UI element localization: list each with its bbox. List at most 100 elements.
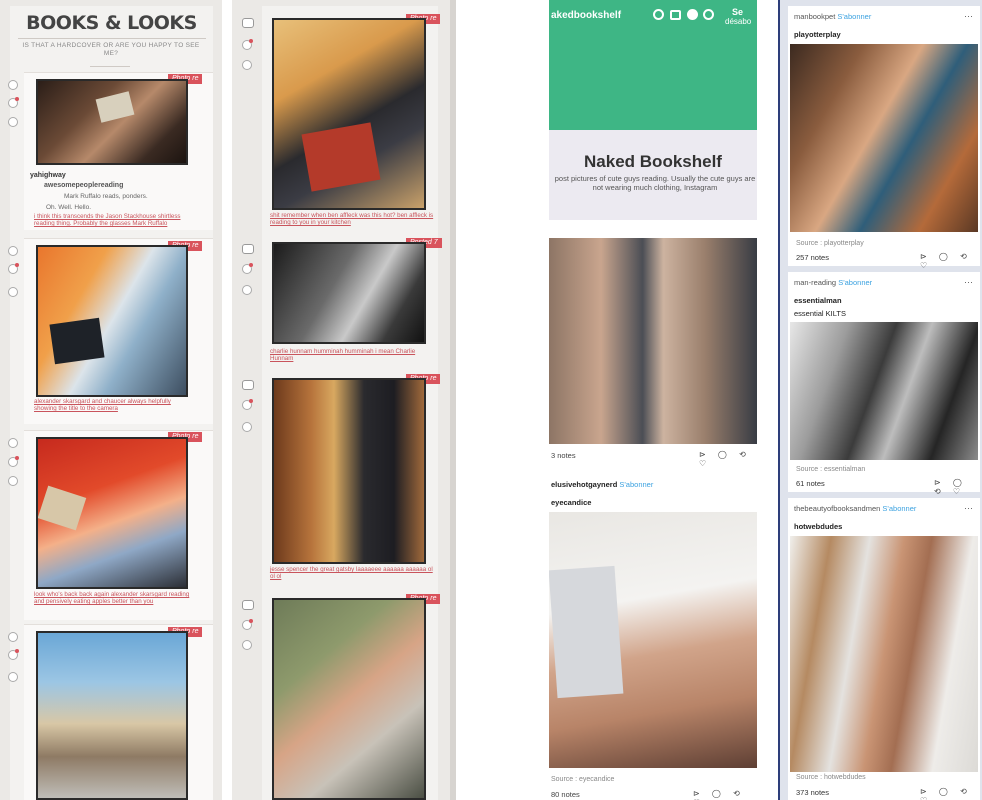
blog-subtitle: IS THAT A HARDCOVER OR ARE YOU HAPPY TO … [22,42,200,57]
search-icon[interactable] [653,9,664,20]
heart-icon[interactable] [8,263,19,274]
follow-link[interactable]: S'abonner [838,278,872,287]
post-photo-man-with-red-book[interactable] [272,18,426,210]
post-photo-man-with-book[interactable] [36,245,188,397]
post-photo-bw-reading[interactable] [272,242,426,344]
heart-icon[interactable] [242,619,253,630]
chat-icon[interactable] [8,246,18,256]
chat-icon[interactable] [8,632,18,642]
post-photo-man-reading-apple[interactable] [36,437,188,589]
post-user-name[interactable]: manbookpet [794,12,835,21]
post-notes[interactable]: 373 notes [796,788,829,797]
post-user: manbookpet S'abonner [794,12,871,21]
blog-name[interactable]: Naked Bookshelf [549,152,757,172]
post-photo-men-in-kilts[interactable] [790,322,978,460]
books-and-looks-column-2: Photo re shit remember when ben affleck … [232,0,456,800]
heart-icon[interactable] [8,456,19,467]
post-user-name[interactable]: man-reading [794,278,836,287]
post-notes[interactable]: 61 notes [796,479,825,488]
post-user: thebeautyofbooksandmen S'abonner [794,504,916,513]
post-source[interactable]: Source : playotterplay [796,240,864,247]
message-icon[interactable] [242,18,254,28]
quote-line-2: Oh. Well. Hello. [46,204,92,211]
message-icon[interactable] [242,380,254,390]
post-source[interactable]: Source : essentialman [796,466,865,473]
post-photo-man-at-bookshelf[interactable] [272,378,426,564]
more-options-icon[interactable]: ··· [964,11,973,21]
follow-link[interactable]: S'abonner [837,12,871,21]
post-action-icons[interactable]: ⊳ ◯ ⟲ ♡ [699,450,757,468]
post-photo-man-in-hammock[interactable] [272,598,426,800]
heart-icon[interactable] [242,39,253,50]
post-caption[interactable]: i think this transcends the Jason Stackh… [34,213,194,227]
reblog-icon[interactable] [242,60,252,70]
post-action-icons[interactable]: ⊳ ◯ ⟲ ♡ [934,478,982,496]
post-action-icons[interactable]: ⊳ ◯ ⟲ ♡ [693,789,757,800]
subtitle-ornament [90,66,130,67]
post-notes[interactable]: 3 notes [551,451,576,460]
reblog-source-name[interactable]: essentialman [794,296,842,305]
book-shape [38,485,87,531]
share-icon[interactable] [670,10,681,20]
reblog-icon[interactable] [242,285,252,295]
post-photo-man-reading-newspaper[interactable] [36,631,188,800]
post-action-icons[interactable]: ⊳ ◯ ⟲ ♡ [920,787,982,800]
reblog-source: playotterplay [794,30,841,39]
post-photo-two-men-abs[interactable] [549,238,757,444]
post-user-name[interactable]: thebeautyofbooksandmen [794,504,880,513]
post-photo-man-with-newspaper[interactable] [549,512,757,768]
follow-link[interactable]: S'abonner [882,504,916,513]
chat-icon[interactable] [8,438,18,448]
more-options-icon[interactable]: ··· [964,277,973,287]
post-photo-man-on-chair[interactable] [790,44,978,232]
reblog-icon[interactable] [8,476,18,486]
follow-button-line2[interactable]: désabo [725,17,751,26]
post-photo-reading-man[interactable] [36,79,188,165]
heart-icon[interactable] [8,97,19,108]
reblog-source: eyecandice [551,498,591,507]
reblog-source-name[interactable]: eyecandice [551,498,591,507]
heart-icon[interactable] [8,649,19,660]
follow-link[interactable]: S'abonner [619,480,653,489]
source-user[interactable]: awesomepeoplereading [44,182,123,189]
blog-url[interactable]: akedbookshelf [551,10,621,21]
reblog-source-name[interactable]: hotwebdudes [794,522,842,531]
reblog-icon[interactable] [242,640,252,650]
reblogger-name[interactable]: yahighway [30,172,66,179]
post-photo-man-by-bookshelf[interactable] [790,536,978,772]
book-shape [301,122,381,192]
post-caption[interactable]: charlie hunnam humminah humminah i mean … [270,348,438,362]
newspaper-shape [549,565,624,699]
heart-icon[interactable] [242,399,253,410]
post-notes[interactable]: 80 notes [551,790,580,799]
post-caption[interactable]: jesse spencer the great gatsby laaaaeee … [270,566,438,580]
reblog-icon[interactable] [8,117,18,127]
post-user: elusivehotgaynerd S'abonner [551,480,653,489]
message-icon[interactable] [242,244,254,254]
chat-icon[interactable] [8,80,18,90]
post-caption[interactable]: look who's back back again alexander ska… [34,591,194,605]
reblog-source-name[interactable]: playotterplay [794,30,841,39]
reblog-icon[interactable] [8,672,18,682]
more-options-icon[interactable]: ··· [964,503,973,513]
reblog-icon[interactable] [8,287,18,297]
post-user: man-reading S'abonner [794,278,872,287]
tumblr-dashboard-panel: manbookpet S'abonner ··· playotterplay S… [778,0,982,800]
settings-icon[interactable] [703,9,714,20]
reblog-icon[interactable] [242,422,252,432]
message-icon[interactable] [242,600,254,610]
post-action-icons[interactable]: ⊳ ◯ ⟲ ♡ [920,252,982,270]
post-source[interactable]: Source : eyecandice [551,776,614,783]
post-notes[interactable]: 257 notes [796,253,829,262]
post-caption[interactable]: shit remember when ben affleck was this … [270,212,438,226]
heart-icon[interactable] [242,263,253,274]
post-caption[interactable]: alexander skarsgard and chaucer always h… [34,398,194,412]
follow-button-line1[interactable]: Se [732,7,743,17]
book-shape [49,317,105,365]
post-source[interactable]: Source : hotwebdudes [796,774,866,781]
chat-bubble-icon[interactable] [687,9,698,20]
title-divider [18,38,206,39]
post-user-name[interactable]: elusivehotgaynerd [551,480,617,489]
blog-title[interactable]: BOOKS & LOOKS [10,12,213,34]
naked-bookshelf-panel: akedbookshelf Se désabo Naked Bookshelf … [549,0,757,800]
